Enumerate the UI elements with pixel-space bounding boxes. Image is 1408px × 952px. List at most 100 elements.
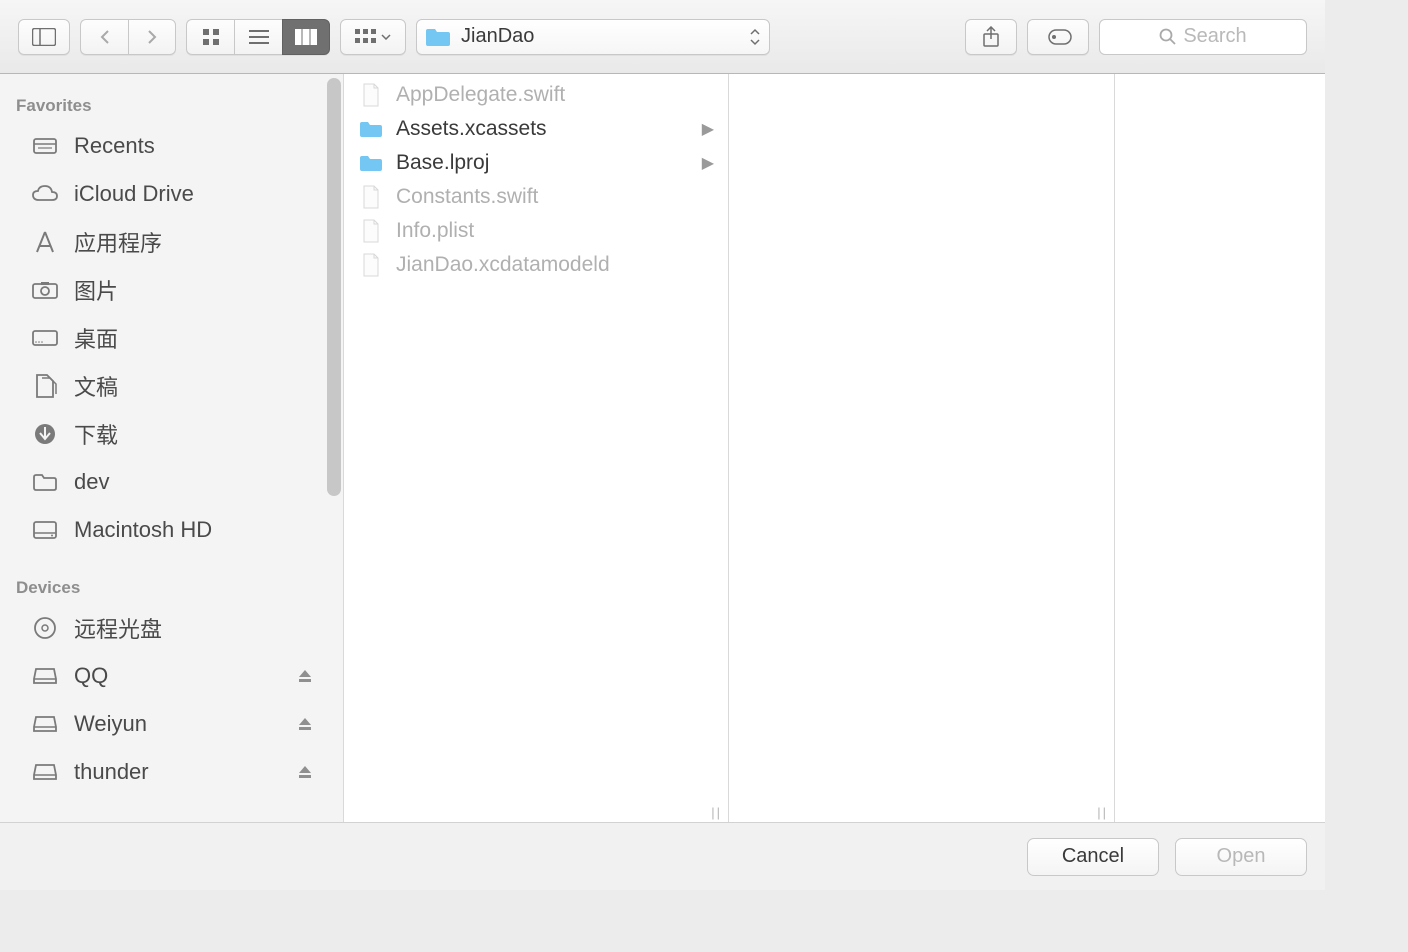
- cancel-button[interactable]: Cancel: [1027, 838, 1159, 876]
- file-row[interactable]: Base.lproj ▶: [344, 146, 728, 180]
- sidebar-item-label: Macintosh HD: [74, 517, 212, 543]
- view-icon-button[interactable]: [186, 19, 234, 55]
- sidebar-item-label: thunder: [74, 759, 149, 785]
- search-icon: [1159, 28, 1177, 46]
- file-icon: [358, 218, 384, 244]
- drive-icon: [30, 757, 60, 787]
- view-mode-segment: [186, 19, 330, 55]
- file-row[interactable]: Assets.xcassets ▶: [344, 112, 728, 146]
- file-row[interactable]: AppDelegate.swift: [344, 78, 728, 112]
- sidebar-item-label: 图片: [74, 274, 118, 306]
- chevron-down-icon: [381, 34, 391, 40]
- sidebar-scrollbar[interactable]: [327, 78, 341, 496]
- toolbar: JianDao Search: [0, 0, 1325, 74]
- file-name: AppDelegate.swift: [396, 83, 565, 107]
- file-column-3: [1115, 74, 1325, 822]
- column-resize-handle[interactable]: ||: [1097, 805, 1108, 820]
- chevron-right-icon: ▶: [702, 119, 714, 139]
- file-icon: [358, 184, 384, 210]
- docs-icon: [30, 371, 60, 401]
- eject-icon[interactable]: [297, 764, 313, 780]
- file-row[interactable]: Info.plist: [344, 214, 728, 248]
- eject-icon[interactable]: [297, 716, 313, 732]
- group-menu-button[interactable]: [340, 19, 406, 55]
- folder-icon: [425, 27, 451, 47]
- tags-button[interactable]: [1027, 19, 1089, 55]
- file-row[interactable]: JianDao.xcdatamodeld: [344, 248, 728, 282]
- open-button[interactable]: Open: [1175, 838, 1307, 876]
- share-button[interactable]: [965, 19, 1017, 55]
- drive-icon: [30, 661, 60, 691]
- stepper-icon: [749, 27, 761, 47]
- sidebar-item-label: Weiyun: [74, 711, 147, 737]
- sidebar-item[interactable]: 下载: [0, 410, 343, 458]
- icloud-icon: [30, 179, 60, 209]
- toggle-sidebar-button[interactable]: [18, 19, 70, 55]
- view-list-button[interactable]: [234, 19, 282, 55]
- disc-icon: [30, 613, 60, 643]
- path-popup[interactable]: JianDao: [416, 19, 770, 55]
- file-name: Base.lproj: [396, 151, 489, 175]
- sidebar-item[interactable]: dev: [0, 458, 343, 506]
- chevron-right-icon: ▶: [702, 153, 714, 173]
- sidebar-item[interactable]: 远程光盘: [0, 604, 343, 652]
- column-view-icon: [295, 29, 317, 45]
- sidebar-item[interactable]: 桌面: [0, 314, 343, 362]
- back-button[interactable]: [80, 19, 128, 55]
- sidebar-item-label: 文稿: [74, 370, 118, 402]
- list-view-icon: [249, 29, 269, 45]
- folder-icon: [358, 116, 384, 142]
- recents-icon: [30, 131, 60, 161]
- tag-icon: [1043, 27, 1073, 47]
- sidebar-item-label: QQ: [74, 663, 108, 689]
- sidebar-icon: [32, 28, 56, 46]
- share-icon: [982, 26, 1000, 48]
- sidebar-section-title: Devices: [0, 572, 343, 604]
- chevron-left-icon: [99, 29, 111, 45]
- forward-button[interactable]: [128, 19, 176, 55]
- hd-icon: [30, 515, 60, 545]
- sidebar-item-label: Recents: [74, 133, 155, 159]
- grid-icon: [355, 29, 377, 45]
- sidebar-item-label: 应用程序: [74, 226, 162, 258]
- sidebar-item[interactable]: Recents: [0, 122, 343, 170]
- file-name: JianDao.xcdatamodeld: [396, 253, 610, 277]
- icon-view-icon: [202, 28, 220, 46]
- file-column-1: AppDelegate.swiftAssets.xcassets▶Base.lp…: [344, 74, 729, 822]
- downloads-icon: [30, 419, 60, 449]
- file-column-2: ||: [729, 74, 1115, 822]
- file-name: Info.plist: [396, 219, 474, 243]
- sidebar-item-label: 远程光盘: [74, 612, 162, 644]
- sidebar-section-title: Favorites: [0, 90, 343, 122]
- sidebar-item-label: dev: [74, 469, 109, 495]
- sidebar-item[interactable]: 图片: [0, 266, 343, 314]
- file-row[interactable]: Constants.swift: [344, 180, 728, 214]
- file-icon: [358, 82, 384, 108]
- sidebar-item-label: 下载: [74, 418, 118, 450]
- drive-icon: [30, 709, 60, 739]
- file-name: Assets.xcassets: [396, 117, 547, 141]
- sidebar: Favorites Recents iCloud Drive 应用程序图片桌面文稿下载…: [0, 74, 344, 822]
- search-input[interactable]: Search: [1099, 19, 1307, 55]
- sidebar-item[interactable]: QQ: [0, 652, 343, 700]
- sidebar-item[interactable]: 应用程序: [0, 218, 343, 266]
- sidebar-item-label: 桌面: [74, 322, 118, 354]
- search-placeholder: Search: [1183, 25, 1246, 48]
- sidebar-item[interactable]: Weiyun: [0, 700, 343, 748]
- sidebar-item[interactable]: iCloud Drive: [0, 170, 343, 218]
- apps-icon: [30, 227, 60, 257]
- folder-icon: [358, 150, 384, 176]
- file-name: Constants.swift: [396, 185, 538, 209]
- eject-icon[interactable]: [297, 668, 313, 684]
- body: Favorites Recents iCloud Drive 应用程序图片桌面文稿下载…: [0, 74, 1325, 822]
- view-column-button[interactable]: [282, 19, 330, 55]
- file-icon: [358, 252, 384, 278]
- sidebar-item[interactable]: 文稿: [0, 362, 343, 410]
- nav-back-forward: [80, 19, 176, 55]
- path-label: JianDao: [461, 25, 739, 48]
- sidebar-item[interactable]: thunder: [0, 748, 343, 796]
- footer: Cancel Open: [0, 822, 1325, 890]
- column-resize-handle[interactable]: ||: [711, 805, 722, 820]
- sidebar-item-label: iCloud Drive: [74, 181, 194, 207]
- sidebar-item[interactable]: Macintosh HD: [0, 506, 343, 554]
